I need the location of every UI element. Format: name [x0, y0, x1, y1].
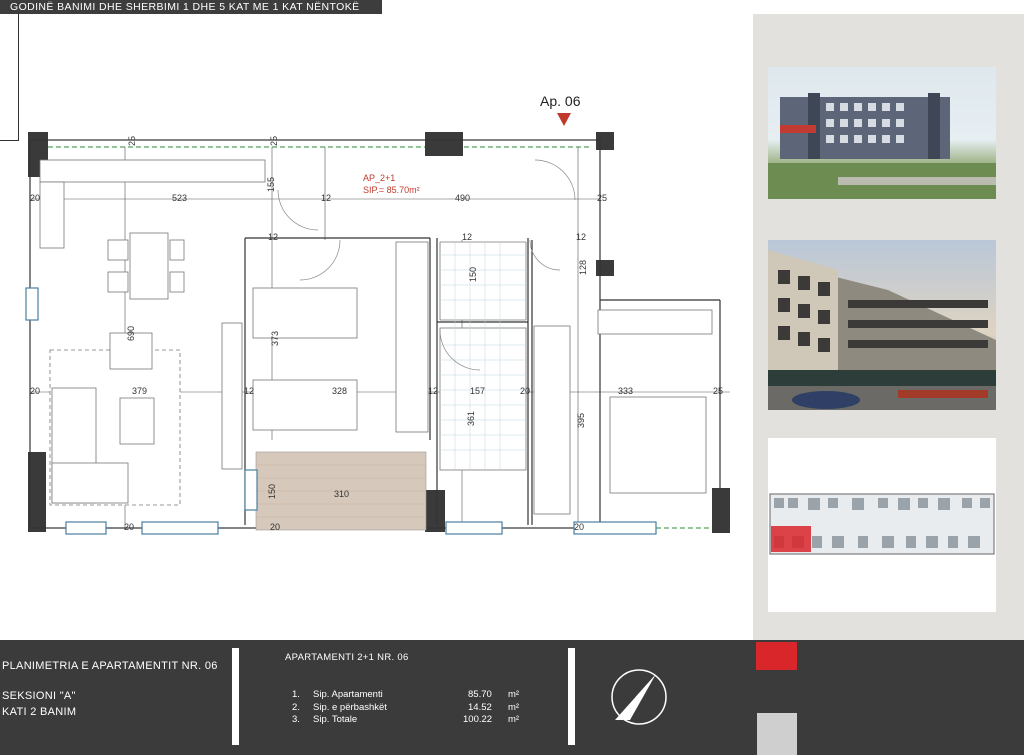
room-label: AP_2+1 — [363, 173, 395, 183]
row-num: 3. — [292, 714, 300, 725]
dim-text: 690 — [126, 326, 136, 341]
row-value: 85.70 — [468, 689, 492, 700]
row-unit: m² — [508, 702, 520, 713]
dim-text: 25 — [269, 136, 279, 146]
dim-text: 20 — [124, 522, 134, 532]
dim-text: 12 — [244, 386, 254, 396]
dim-text: 12 — [462, 232, 472, 242]
table-title: APARTAMENTI 2+1 NR. 06 — [285, 652, 409, 663]
row-num: 2. — [292, 702, 300, 713]
divider — [232, 648, 239, 745]
dim-text: 20 — [30, 386, 40, 396]
dim-text: 12 — [576, 232, 586, 242]
divider — [568, 648, 575, 745]
dim-text: 395 — [576, 413, 586, 428]
north-arrow-icon — [611, 669, 667, 725]
row-label: Sip. Totale — [313, 714, 358, 725]
building-render-image — [768, 250, 996, 410]
dim-text: 25 — [127, 136, 137, 146]
row-unit: m² — [508, 689, 520, 700]
dim-text: 523 — [172, 193, 187, 203]
dim-text: 25 — [713, 386, 723, 396]
building-render — [768, 240, 996, 410]
dim-text: 490 — [455, 193, 470, 203]
dim-text: 155 — [266, 177, 276, 192]
dim-text: 328 — [332, 386, 347, 396]
apartment-marker-arrow — [557, 113, 571, 126]
dim-text: 12 — [428, 386, 438, 396]
dim-text: 20 — [574, 522, 584, 532]
area-label: SIP.= 85.70m² — [363, 185, 420, 195]
row-value: 100.22 — [463, 714, 493, 725]
dim-text: 20 — [520, 386, 530, 396]
dim-text: 12 — [321, 193, 331, 203]
floor-plan: Ap. 06 AP_2+1 SIP.= 85.70m² 523 490 155 … — [25, 93, 730, 535]
floor-plan-overview — [768, 438, 996, 612]
dim-text: 157 — [470, 386, 485, 396]
section-label: SEKSIONI "A" — [2, 690, 76, 702]
dim-text: 25 — [597, 193, 607, 203]
floor-label: KATI 2 BANIM — [2, 706, 77, 718]
dim-text: 12 — [268, 232, 278, 242]
dim-text: 150 — [267, 484, 277, 499]
floor-plan-overview-image — [769, 493, 995, 555]
row-unit: m² — [508, 714, 520, 725]
footer-bar: PLANIMETRIA E APARTAMENTIT NR. 06 SEKSIO… — [0, 640, 1024, 755]
dim-text: 150 — [468, 267, 478, 282]
dim-text: 128 — [578, 260, 588, 275]
dim-text: 20 — [30, 193, 40, 203]
common-area-swatch — [757, 713, 797, 755]
dim-text: 373 — [270, 331, 280, 346]
building-photo — [768, 67, 996, 199]
dim-text: 333 — [618, 386, 633, 396]
row-label: Sip. Apartamenti — [313, 689, 383, 700]
building-photo-image — [768, 93, 996, 199]
apartment-marker-label: Ap. 06 — [540, 93, 581, 109]
row-value: 14.52 — [468, 702, 492, 713]
section-color-swatch — [756, 642, 797, 670]
dim-text: 310 — [334, 489, 349, 499]
dim-text: 361 — [466, 411, 476, 426]
row-num: 1. — [292, 689, 300, 700]
dim-text: 379 — [132, 386, 147, 396]
plan-title: PLANIMETRIA E APARTAMENTIT NR. 06 — [2, 660, 218, 672]
dim-text: 20 — [270, 522, 280, 532]
row-label: Sip. e përbashkët — [313, 702, 387, 713]
